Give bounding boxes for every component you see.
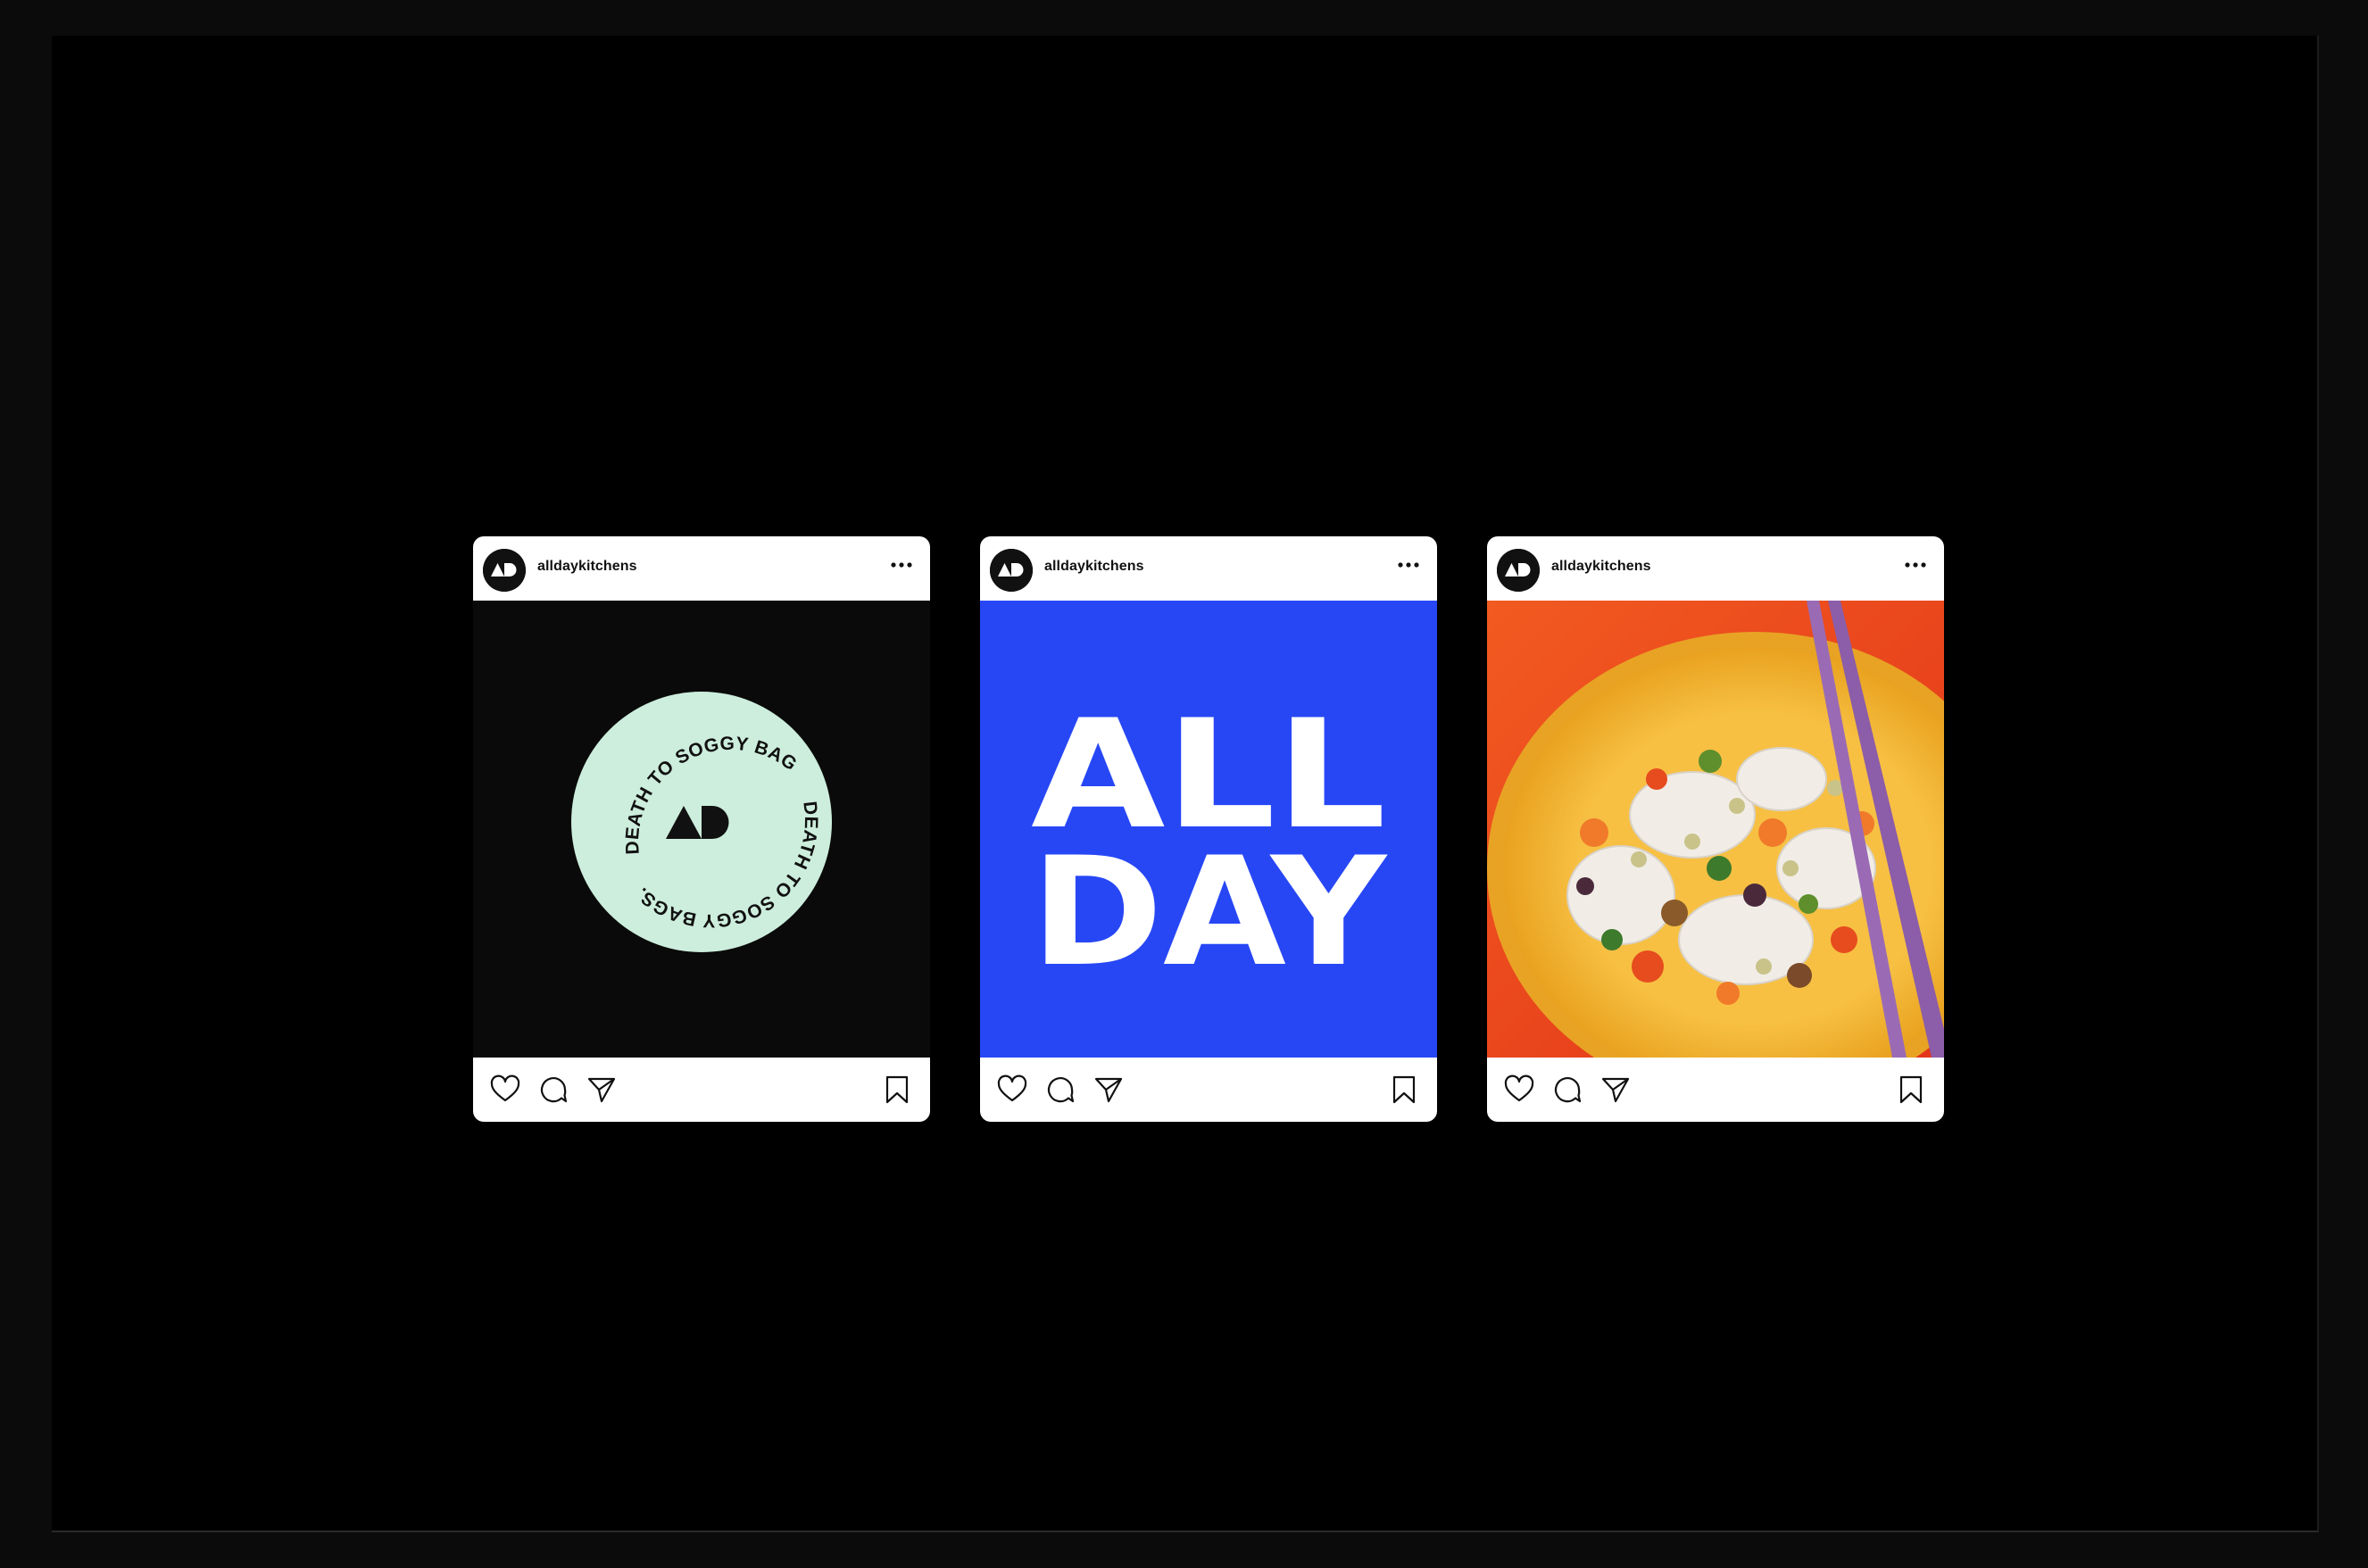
- username[interactable]: alldaykitchens: [537, 559, 637, 575]
- comment-icon[interactable]: [1044, 1074, 1076, 1106]
- share-icon[interactable]: [1599, 1074, 1632, 1106]
- bookmark-icon[interactable]: [881, 1074, 913, 1106]
- wordmark-line-2: DAY: [1031, 825, 1388, 1000]
- post-image-badge[interactable]: DEATH TO SOGGY BAGS. DEATH TO SOGGY BAGS…: [473, 601, 930, 1058]
- presentation-frame: alldaykitchens DEATH TO SOGGY BAGS. DEAT…: [52, 36, 2319, 1532]
- more-options-icon[interactable]: [1396, 560, 1421, 570]
- instagram-post-1: alldaykitchens DEATH TO SOGGY BAGS. DEAT…: [473, 536, 930, 1122]
- heart-icon[interactable]: [996, 1074, 1028, 1106]
- ad-logo-icon[interactable]: [483, 549, 526, 592]
- heart-icon[interactable]: [1503, 1074, 1535, 1106]
- ad-logo-icon[interactable]: [1497, 549, 1540, 592]
- username[interactable]: alldaykitchens: [1044, 559, 1144, 575]
- post-header: alldaykitchens: [473, 536, 930, 601]
- post-image-wordmark[interactable]: ALL DAY: [980, 601, 1437, 1058]
- more-options-icon[interactable]: [889, 560, 914, 570]
- ad-logo-icon[interactable]: [990, 549, 1033, 592]
- share-icon[interactable]: [1093, 1074, 1125, 1106]
- post-actions: [1487, 1058, 1944, 1122]
- post-actions: [473, 1058, 930, 1122]
- post-image-food-bowl[interactable]: [1487, 601, 1944, 1058]
- username[interactable]: alldaykitchens: [1551, 559, 1651, 575]
- post-header: alldaykitchens: [980, 536, 1437, 601]
- instagram-post-3: alldaykitchens: [1487, 536, 1944, 1122]
- post-actions: [980, 1058, 1437, 1122]
- share-icon[interactable]: [586, 1074, 618, 1106]
- comment-icon[interactable]: [1551, 1074, 1583, 1106]
- heart-icon[interactable]: [489, 1074, 521, 1106]
- bookmark-icon[interactable]: [1388, 1074, 1420, 1106]
- instagram-post-2: alldaykitchens ALL DAY: [980, 536, 1437, 1122]
- post-header: alldaykitchens: [1487, 536, 1944, 601]
- bookmark-icon[interactable]: [1895, 1074, 1927, 1106]
- comment-icon[interactable]: [537, 1074, 569, 1106]
- more-options-icon[interactable]: [1903, 560, 1928, 570]
